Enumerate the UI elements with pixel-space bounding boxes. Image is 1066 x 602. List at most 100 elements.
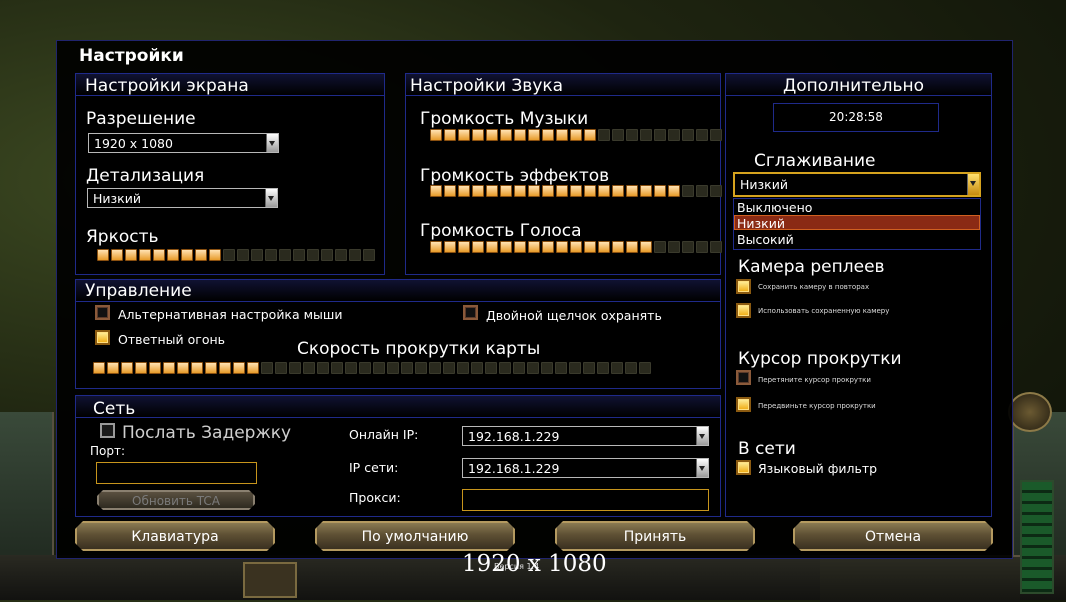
slider-segment[interactable]	[528, 185, 540, 197]
slider-segment[interactable]	[261, 362, 273, 374]
slider-segment[interactable]	[555, 362, 567, 374]
slider-segment[interactable]	[556, 129, 568, 141]
slider-segment[interactable]	[639, 362, 651, 374]
slider-segment[interactable]	[682, 185, 694, 197]
slider-segment[interactable]	[149, 362, 161, 374]
slider-segment[interactable]	[443, 362, 455, 374]
accept-button[interactable]: Принять	[555, 521, 755, 551]
slider-segment[interactable]	[626, 185, 638, 197]
slider-segment[interactable]	[205, 362, 217, 374]
slider-segment[interactable]	[485, 362, 497, 374]
slider-segment[interactable]	[125, 249, 137, 261]
slider-segment[interactable]	[458, 129, 470, 141]
slider-segment[interactable]	[444, 185, 456, 197]
chevron-down-icon[interactable]	[696, 459, 708, 477]
send-delay-checkbox[interactable]	[100, 423, 115, 438]
slider-segment[interactable]	[583, 362, 595, 374]
slider-segment[interactable]	[612, 241, 624, 253]
slider-segment[interactable]	[612, 129, 624, 141]
online-ip-select[interactable]: 192.168.1.229	[462, 426, 709, 446]
detail-select[interactable]: Низкий	[87, 188, 278, 208]
cancel-button[interactable]: Отмена	[793, 521, 993, 551]
slider-segment[interactable]	[167, 249, 179, 261]
slider-segment[interactable]	[668, 241, 680, 253]
slider-segment[interactable]	[472, 129, 484, 141]
slider-segment[interactable]	[625, 362, 637, 374]
alt-mouse-checkbox[interactable]	[95, 305, 110, 320]
chevron-down-icon[interactable]	[696, 427, 708, 445]
slider-segment[interactable]	[363, 249, 375, 261]
language-filter-checkbox[interactable]	[736, 460, 751, 475]
replay-save-checkbox[interactable]	[736, 279, 751, 294]
slider-segment[interactable]	[430, 185, 442, 197]
slider-segment[interactable]	[584, 241, 596, 253]
slider-segment[interactable]	[500, 185, 512, 197]
slider-segment[interactable]	[471, 362, 483, 374]
slider-segment[interactable]	[528, 241, 540, 253]
resolution-select[interactable]: 1920 x 1080	[88, 133, 279, 153]
cursor-drag-checkbox[interactable]	[736, 370, 751, 385]
update-tca-button[interactable]: Обновить TCA	[97, 490, 255, 510]
slider-segment[interactable]	[513, 362, 525, 374]
slider-segment[interactable]	[486, 129, 498, 141]
slider-segment[interactable]	[233, 362, 245, 374]
slider-segment[interactable]	[597, 362, 609, 374]
slider-segment[interactable]	[612, 185, 624, 197]
slider-segment[interactable]	[457, 362, 469, 374]
slider-segment[interactable]	[430, 241, 442, 253]
lan-ip-select[interactable]: 192.168.1.229	[462, 458, 709, 478]
slider-segment[interactable]	[472, 185, 484, 197]
slider-segment[interactable]	[93, 362, 105, 374]
cursor-move-checkbox[interactable]	[736, 397, 751, 412]
slider-segment[interactable]	[542, 241, 554, 253]
replay-use-checkbox[interactable]	[736, 303, 751, 318]
slider-segment[interactable]	[223, 249, 235, 261]
slider-segment[interactable]	[191, 362, 203, 374]
slider-segment[interactable]	[527, 362, 539, 374]
slider-segment[interactable]	[345, 362, 357, 374]
slider-segment[interactable]	[640, 129, 652, 141]
slider-segment[interactable]	[415, 362, 427, 374]
slider-segment[interactable]	[598, 129, 610, 141]
slider-segment[interactable]	[710, 129, 722, 141]
slider-segment[interactable]	[611, 362, 623, 374]
slider-segment[interactable]	[237, 249, 249, 261]
slider-segment[interactable]	[107, 362, 119, 374]
slider-segment[interactable]	[177, 362, 189, 374]
slider-segment[interactable]	[163, 362, 175, 374]
slider-segment[interactable]	[556, 185, 568, 197]
slider-segment[interactable]	[359, 362, 371, 374]
slider-segment[interactable]	[500, 241, 512, 253]
slider-segment[interactable]	[444, 129, 456, 141]
slider-segment[interactable]	[275, 362, 287, 374]
slider-segment[interactable]	[387, 362, 399, 374]
slider-segment[interactable]	[499, 362, 511, 374]
chevron-down-icon[interactable]	[266, 134, 278, 152]
slider-segment[interactable]	[486, 241, 498, 253]
slider-segment[interactable]	[682, 129, 694, 141]
slider-segment[interactable]	[514, 129, 526, 141]
voice-volume-slider[interactable]	[430, 241, 722, 253]
antialiasing-select[interactable]: Низкий	[733, 172, 981, 197]
slider-segment[interactable]	[321, 249, 333, 261]
slider-segment[interactable]	[514, 185, 526, 197]
slider-segment[interactable]	[458, 185, 470, 197]
slider-segment[interactable]	[710, 241, 722, 253]
slider-segment[interactable]	[219, 362, 231, 374]
slider-segment[interactable]	[570, 129, 582, 141]
slider-segment[interactable]	[265, 249, 277, 261]
music-volume-slider[interactable]	[430, 129, 722, 141]
slider-segment[interactable]	[626, 129, 638, 141]
slider-segment[interactable]	[289, 362, 301, 374]
slider-segment[interactable]	[654, 241, 666, 253]
slider-segment[interactable]	[542, 185, 554, 197]
slider-segment[interactable]	[111, 249, 123, 261]
slider-segment[interactable]	[444, 241, 456, 253]
brightness-slider[interactable]	[97, 249, 375, 261]
option-low[interactable]: Низкий	[737, 216, 785, 231]
slider-segment[interactable]	[335, 249, 347, 261]
slider-segment[interactable]	[97, 249, 109, 261]
slider-segment[interactable]	[570, 185, 582, 197]
slider-segment[interactable]	[139, 249, 151, 261]
slider-segment[interactable]	[251, 249, 263, 261]
